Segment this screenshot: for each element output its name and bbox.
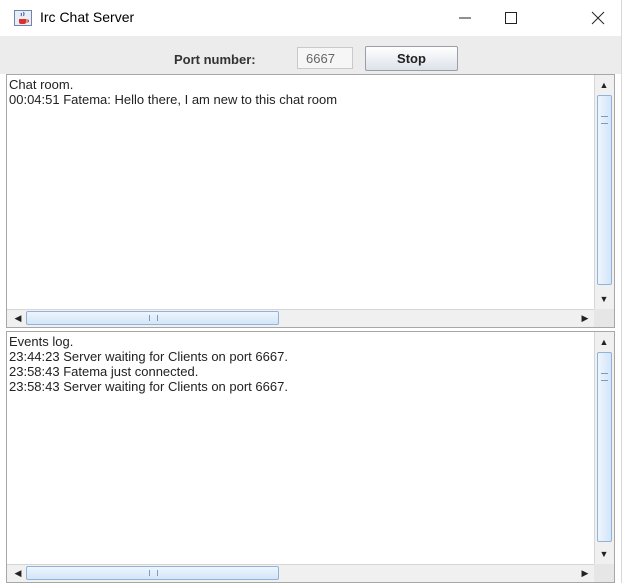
close-icon	[591, 11, 605, 25]
minimize-button[interactable]	[442, 0, 488, 36]
scroll-down-arrow-icon[interactable]: ▼	[595, 291, 613, 307]
chat-vertical-scrollbar[interactable]: ▲ ▼	[594, 75, 614, 309]
scroll-right-arrow-icon[interactable]: ▶	[576, 565, 594, 581]
maximize-icon	[505, 12, 517, 24]
java-cup-icon	[14, 10, 32, 26]
chat-room-text: Chat room. 00:04:51 Fatema: Hello there,…	[9, 77, 337, 107]
events-log-line: 23:44:23 Server waiting for Clients on p…	[9, 349, 288, 364]
minimize-icon	[459, 17, 471, 19]
scroll-down-arrow-icon[interactable]: ▼	[595, 546, 613, 562]
chat-vertical-scroll-thumb[interactable]	[597, 95, 612, 285]
chat-horizontal-scroll-thumb[interactable]	[26, 311, 279, 325]
grip-icon	[149, 570, 158, 576]
title-bar[interactable]: Irc Chat Server	[0, 0, 621, 36]
events-vertical-scroll-thumb[interactable]	[597, 352, 612, 542]
maximize-button[interactable]	[488, 0, 534, 36]
chat-room-pane[interactable]: Chat room. 00:04:51 Fatema: Hello there,…	[6, 74, 615, 328]
grip-icon	[601, 373, 608, 381]
irc-chat-server-window: Irc Chat Server Port number: 6667 Stop C…	[0, 0, 622, 583]
events-horizontal-scroll-thumb[interactable]	[26, 566, 279, 580]
scroll-left-arrow-icon[interactable]: ◀	[9, 565, 27, 581]
server-toolbar: Port number: 6667 Stop	[0, 36, 621, 74]
events-log-line: Events log.	[9, 334, 74, 349]
chat-room-line: Chat room.	[9, 77, 74, 92]
events-log-text: Events log. 23:44:23 Server waiting for …	[9, 334, 288, 394]
stop-button[interactable]: Stop	[365, 46, 458, 71]
port-number-label: Port number:	[174, 52, 256, 67]
scroll-right-arrow-icon[interactable]: ▶	[576, 310, 594, 326]
scroll-up-arrow-icon[interactable]: ▲	[595, 77, 613, 93]
events-log-line: 23:58:43 Server waiting for Clients on p…	[9, 379, 288, 394]
scroll-corner	[594, 564, 614, 582]
scroll-left-arrow-icon[interactable]: ◀	[9, 310, 27, 326]
chat-horizontal-scrollbar[interactable]: ◀ ▶	[7, 309, 594, 327]
port-number-field[interactable]: 6667	[297, 47, 353, 69]
scroll-up-arrow-icon[interactable]: ▲	[595, 334, 613, 350]
grip-icon	[601, 116, 608, 124]
close-button[interactable]	[575, 0, 621, 36]
chat-room-line: 00:04:51 Fatema: Hello there, I am new t…	[9, 92, 338, 107]
grip-icon	[149, 315, 158, 321]
events-vertical-scrollbar[interactable]: ▲ ▼	[594, 332, 614, 564]
events-log-line: 23:58:43 Fatema just connected.	[9, 364, 199, 379]
events-log-pane[interactable]: Events log. 23:44:23 Server waiting for …	[6, 331, 615, 583]
events-horizontal-scrollbar[interactable]: ◀ ▶	[7, 564, 594, 582]
scroll-corner	[594, 309, 614, 327]
window-title: Irc Chat Server	[40, 9, 135, 25]
